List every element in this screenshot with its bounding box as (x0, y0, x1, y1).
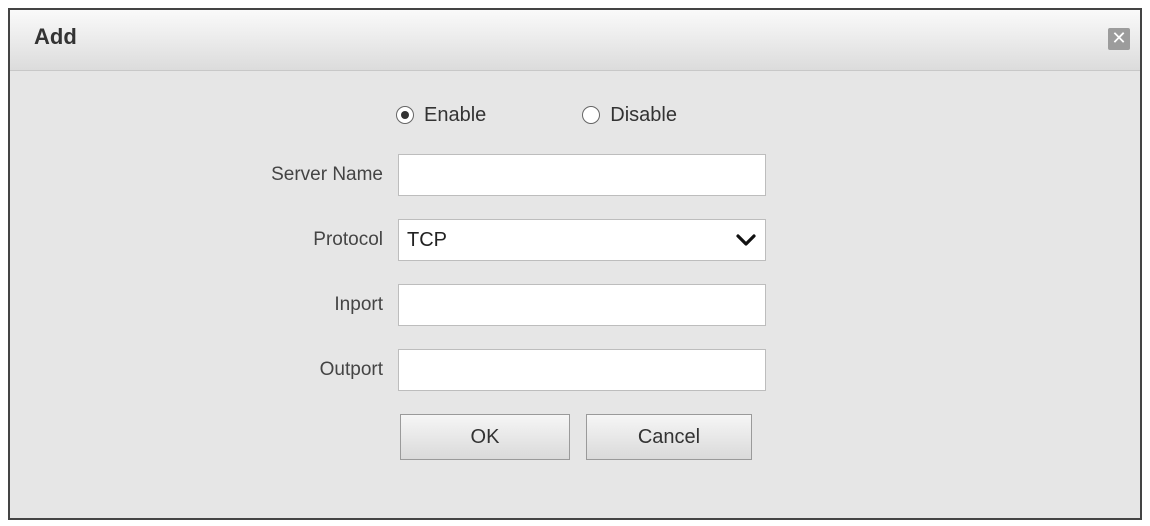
cancel-button[interactable]: Cancel (586, 414, 752, 460)
protocol-row: Protocol TCP (10, 219, 1140, 261)
chevron-down-icon[interactable] (735, 230, 757, 250)
dialog-title: Add (34, 24, 77, 49)
dialog-titlebar: Add ✕ (10, 10, 1140, 71)
inport-input[interactable] (398, 284, 766, 326)
server-name-row: Server Name (10, 154, 1140, 196)
add-dialog: Add ✕ Enable Disable Server Name Protoco… (8, 8, 1142, 520)
radio-unchecked-icon[interactable] (582, 106, 601, 124)
outport-row: Outport (10, 349, 1140, 391)
protocol-select[interactable]: TCP (398, 219, 766, 261)
enable-radio[interactable]: Enable (396, 104, 486, 127)
enable-label: Enable (424, 103, 487, 126)
protocol-label: Protocol (313, 229, 383, 250)
outport-label: Outport (319, 359, 383, 380)
outport-input[interactable] (398, 349, 766, 391)
ok-button[interactable]: OK (400, 414, 570, 460)
disable-label: Disable (610, 103, 677, 126)
inport-label: Inport (334, 294, 383, 315)
protocol-value: TCP (407, 229, 447, 251)
status-radio-group: Enable Disable (396, 100, 677, 130)
server-name-input[interactable] (398, 154, 766, 196)
close-icon[interactable]: ✕ (1108, 28, 1130, 50)
server-name-label: Server Name (271, 164, 383, 185)
radio-checked-icon[interactable] (396, 106, 414, 124)
inport-row: Inport (10, 284, 1140, 326)
disable-radio[interactable]: Disable (582, 104, 677, 127)
